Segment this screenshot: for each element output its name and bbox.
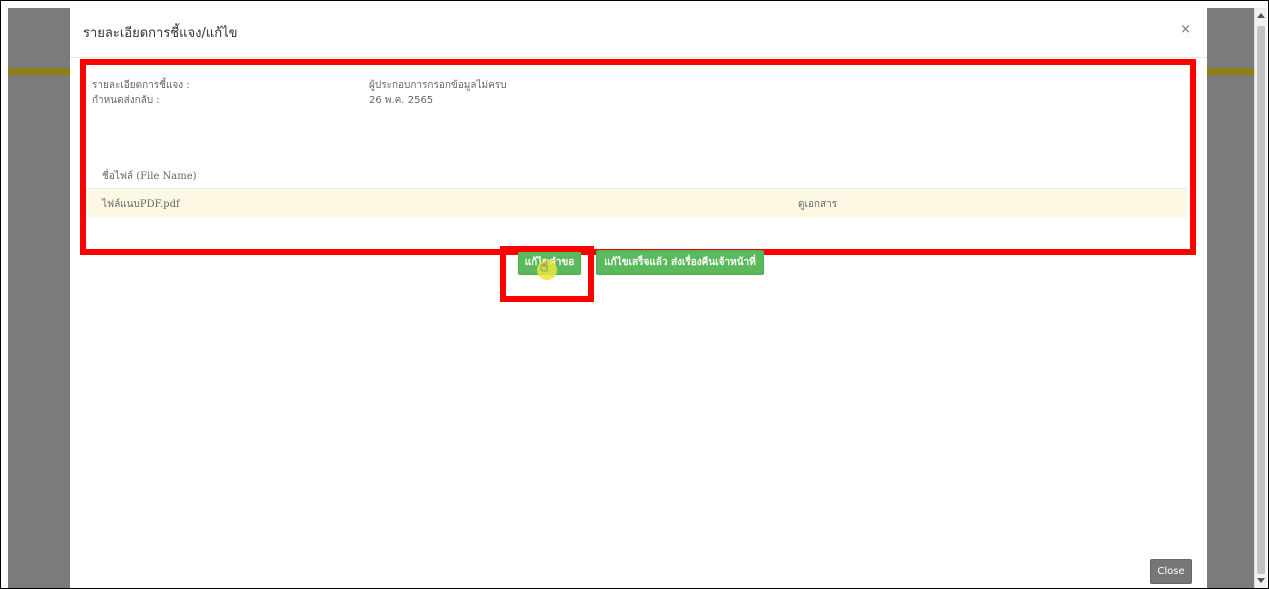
annotation-highlight-details	[80, 59, 1196, 255]
send-back-button[interactable]: แก้ไขเสร็จแล้ว ส่งเรื่องคืนเจ้าหน้าที่	[596, 250, 764, 275]
page-header-strip-left	[8, 68, 70, 75]
hand-pointer-icon: ☝	[540, 259, 549, 275]
modal-header: รายละเอียดการชี้แจง/แก้ไข ×	[70, 8, 1207, 58]
modal-title: รายละเอียดการชี้แจง/แก้ไข	[83, 26, 238, 41]
page-header-strip-right	[1207, 68, 1254, 75]
scrollbar-thumb[interactable]	[1257, 26, 1265, 574]
modal-dialog: รายละเอียดการชี้แจง/แก้ไข × รายละเอียดกา…	[70, 8, 1207, 588]
scroll-down-icon[interactable]	[1257, 578, 1265, 583]
page-scrollbar[interactable]	[1254, 8, 1267, 588]
scroll-up-icon[interactable]	[1257, 13, 1265, 18]
close-icon[interactable]: ×	[1180, 22, 1191, 37]
close-button[interactable]: Close	[1150, 559, 1192, 584]
